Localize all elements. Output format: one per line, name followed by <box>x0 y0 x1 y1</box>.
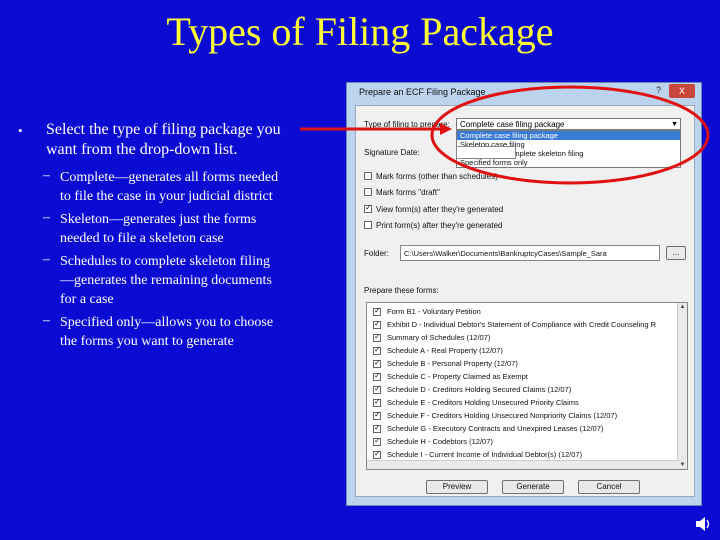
callout-ellipse <box>430 85 710 185</box>
callout-overlay <box>300 85 710 185</box>
speaker-icon[interactable] <box>694 514 712 534</box>
callout-arrowhead <box>440 123 452 135</box>
